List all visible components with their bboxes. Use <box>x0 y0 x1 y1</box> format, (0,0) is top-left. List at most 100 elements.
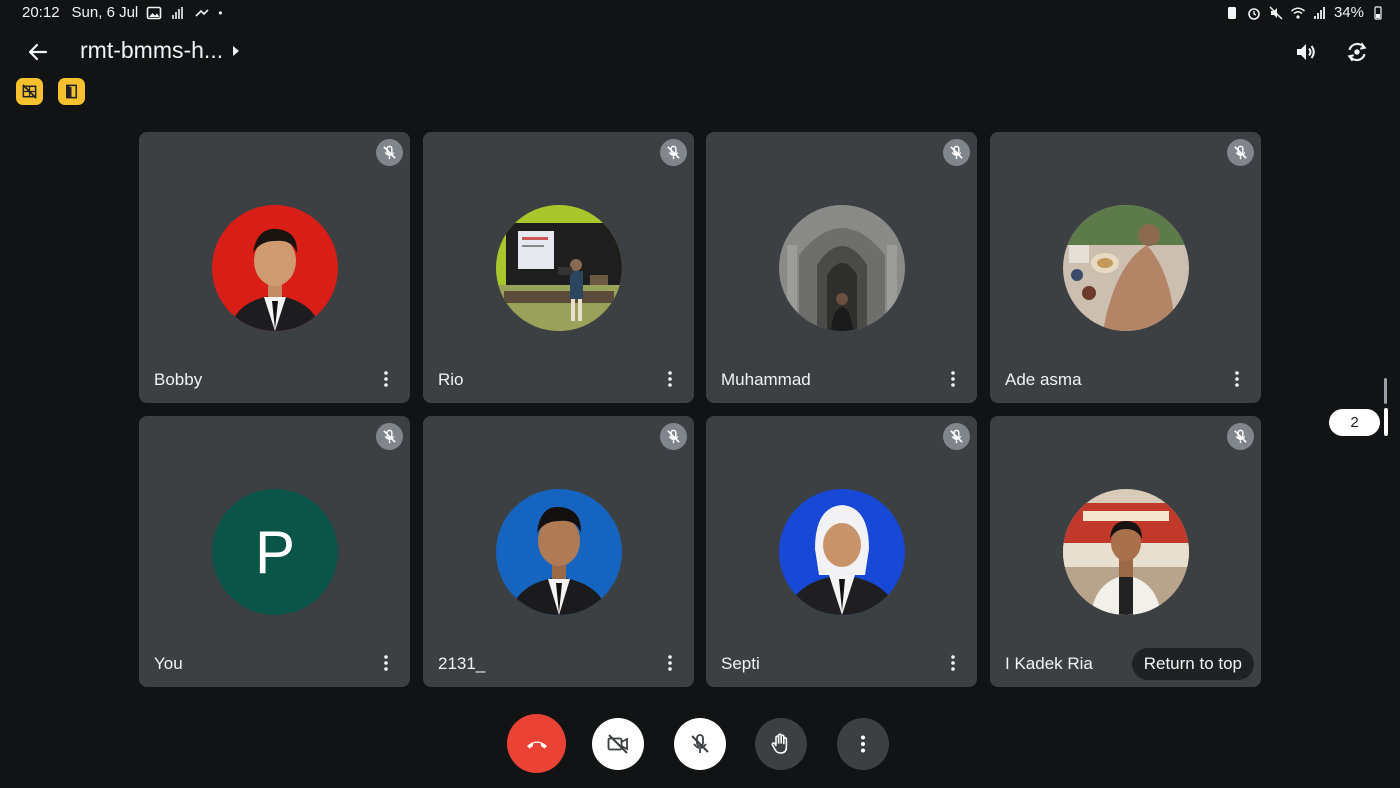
meeting-title: rmt-bmms-h... <box>80 37 224 63</box>
camera-off-icon <box>607 734 628 754</box>
scrollbar-page-1 <box>1384 378 1387 404</box>
avatar-letter: P <box>254 518 296 586</box>
indicator-no-camera[interactable] <box>16 78 43 105</box>
door-exit-icon <box>66 84 77 99</box>
mic-muted-badge <box>943 423 970 450</box>
mic-off-icon <box>667 145 680 160</box>
mic-muted-badge <box>1227 423 1254 450</box>
gallery-notification-icon <box>146 5 162 21</box>
tile-scrollbar[interactable] <box>1384 378 1388 436</box>
participant-name: Rio <box>438 370 464 389</box>
mic-off-icon <box>950 145 963 160</box>
avatar-rio <box>496 205 622 331</box>
participant-more-button[interactable] <box>660 652 680 674</box>
avatar-ade-asma <box>1063 205 1189 331</box>
participant-tile-muhammad[interactable]: Muhammad <box>706 132 977 403</box>
raise-hand-icon <box>771 733 788 754</box>
wifi-icon <box>1290 5 1306 21</box>
mic-off-icon <box>691 734 709 753</box>
status-dot: • <box>218 5 223 20</box>
profile-photo-2131 <box>496 489 622 615</box>
profile-photo-septi <box>779 489 905 615</box>
avatar-2131 <box>496 489 622 615</box>
avatar-bobby <box>212 205 338 331</box>
mic-off-icon <box>950 429 963 444</box>
back-button[interactable] <box>22 36 54 68</box>
mic-off-icon <box>667 429 680 444</box>
mic-muted-badge <box>1227 139 1254 166</box>
status-left: 20:12 Sun, 6 Jul • <box>22 4 222 21</box>
mic-muted-badge <box>376 139 403 166</box>
battery-saver-icon <box>1224 5 1240 21</box>
mic-toggle-button[interactable] <box>674 718 726 770</box>
participant-more-button[interactable] <box>660 368 680 390</box>
more-options-button[interactable] <box>837 718 889 770</box>
back-arrow-icon <box>28 43 48 61</box>
avatar-you: P <box>212 489 338 615</box>
avatar-i-kadek-ria <box>1063 489 1189 615</box>
more-vert-icon <box>1235 371 1239 387</box>
more-options-icon <box>861 735 865 753</box>
participant-tile-you[interactable]: P You <box>139 416 410 687</box>
missed-call-icon <box>194 5 210 21</box>
participant-tile-septi[interactable]: Septi <box>706 416 977 687</box>
signal-unknown-icon <box>170 5 186 21</box>
indicator-room[interactable] <box>58 78 85 105</box>
more-vert-icon <box>668 371 672 387</box>
participant-name: You <box>154 654 183 673</box>
battery-percent: 34% <box>1333 4 1364 21</box>
status-right: 34% <box>1224 4 1386 21</box>
more-vert-icon <box>951 655 955 671</box>
caret-right-icon <box>233 45 240 56</box>
camera-toggle-button[interactable] <box>592 718 644 770</box>
participant-tile-rio[interactable]: Rio <box>423 132 694 403</box>
mic-muted-badge <box>376 423 403 450</box>
meeting-title-button[interactable]: rmt-bmms-h... <box>80 37 240 64</box>
profile-photo-bobby <box>212 205 338 331</box>
more-vert-icon <box>668 655 672 671</box>
participant-name: Ade asma <box>1005 370 1082 389</box>
mic-off-icon <box>383 429 396 444</box>
no-camera-grid-icon <box>22 84 37 99</box>
return-to-top-button[interactable]: Return to top <box>1131 648 1254 680</box>
status-time: 20:12 <box>22 4 60 21</box>
status-bar: 20:12 Sun, 6 Jul • 34% <box>0 0 1400 26</box>
participant-name: Septi <box>721 654 760 673</box>
more-vert-icon <box>384 655 388 671</box>
end-call-icon <box>526 741 547 748</box>
speaker-icon <box>1297 44 1315 60</box>
participant-tile-2131[interactable]: 2131_ <box>423 416 694 687</box>
end-call-button[interactable] <box>507 714 566 773</box>
participant-more-button[interactable] <box>943 368 963 390</box>
mic-muted-badge <box>943 139 970 166</box>
participant-tile-ade-asma[interactable]: Ade asma <box>990 132 1261 403</box>
alarm-icon <box>1246 5 1262 21</box>
mic-muted-badge <box>660 423 687 450</box>
status-date: Sun, 6 Jul <box>71 4 139 21</box>
cell-signal-icon <box>1312 5 1328 21</box>
participant-more-button[interactable] <box>376 652 396 674</box>
mic-off-icon <box>1234 429 1247 444</box>
participant-name: Muhammad <box>721 370 811 389</box>
participant-more-button[interactable] <box>1227 368 1247 390</box>
more-vert-icon <box>384 371 388 387</box>
participant-tile-i-kadek-ria[interactable]: I Kadek Ria Return to top <box>990 416 1261 687</box>
mute-icon <box>1268 5 1284 21</box>
profile-photo-rio <box>496 205 622 331</box>
audio-output-button[interactable] <box>1290 36 1322 68</box>
mic-off-icon <box>383 145 396 160</box>
raise-hand-button[interactable] <box>755 718 807 770</box>
switch-camera-button[interactable] <box>1341 36 1373 68</box>
participant-more-button[interactable] <box>376 368 396 390</box>
meeting-top-bar: rmt-bmms-h... <box>0 30 1400 72</box>
participant-name: Bobby <box>154 370 203 389</box>
mic-off-icon <box>1234 145 1247 160</box>
avatar-septi <box>779 489 905 615</box>
participant-more-button[interactable] <box>943 652 963 674</box>
participant-tile-bobby[interactable]: Bobby <box>139 132 410 403</box>
scrollbar-page-2 <box>1384 408 1388 436</box>
profile-photo-ade-asma <box>1063 205 1189 331</box>
more-vert-icon <box>951 371 955 387</box>
mic-muted-badge <box>660 139 687 166</box>
profile-photo-muhammad <box>779 205 905 331</box>
